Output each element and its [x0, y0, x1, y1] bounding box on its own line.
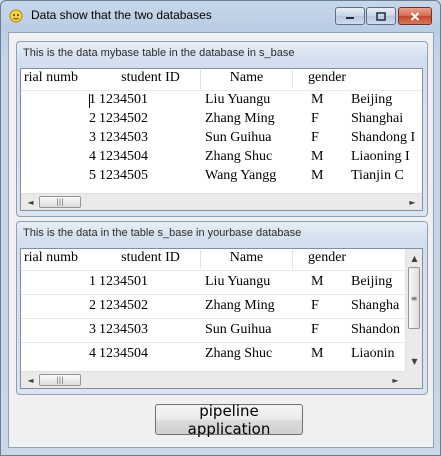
minimize-icon: [346, 17, 354, 19]
cell-name: Liu Yuangu: [205, 274, 271, 289]
group-caption: This is the data in the table s_base in …: [23, 227, 302, 239]
title-bar[interactable]: Data show that the two databases: [1, 1, 440, 31]
vertical-scrollbar[interactable]: ▲ ≡ ▼: [405, 249, 422, 371]
mybase-group: This is the data mybase table in the dat…: [16, 41, 428, 217]
minimize-button[interactable]: [335, 7, 365, 25]
cell-name: Zhang Ming: [205, 298, 275, 313]
cell-extra: Beijing: [351, 274, 393, 289]
maximize-icon: [376, 11, 386, 21]
horizontal-scrollbar[interactable]: ◄ ||| ►: [21, 193, 422, 210]
scroll-right-arrow-icon[interactable]: ►: [404, 194, 421, 210]
client-area: This is the data mybase table in the dat…: [8, 32, 434, 448]
cell-extra: Beijing: [351, 92, 393, 107]
cell-name: Zhang Shuc: [205, 346, 273, 361]
cell-extra: Shandon: [351, 322, 400, 337]
app-face-icon: [9, 9, 23, 23]
column-header-student-id[interactable]: student ID: [101, 70, 201, 89]
cell-gender: F: [311, 298, 319, 313]
cell-gender: F: [311, 322, 319, 337]
cell-student-id: 1234503: [99, 130, 148, 145]
group-caption: This is the data mybase table in the dat…: [23, 47, 295, 59]
cell-extra: Liaoning I: [351, 149, 410, 164]
scroll-thumb[interactable]: |||: [39, 196, 81, 208]
scrollbar-corner: [405, 371, 422, 388]
cell-student-id: 1234501: [99, 274, 148, 289]
cell-name: Zhang Ming: [205, 111, 275, 126]
cell-name: Liu Yuangu: [205, 92, 271, 107]
cell-student-id: 1234504: [99, 149, 148, 164]
cell-student-id: 1234503: [99, 322, 148, 337]
scroll-right-arrow-icon[interactable]: ►: [387, 372, 404, 388]
column-header-extra[interactable]: [347, 70, 422, 89]
column-header-name[interactable]: Name: [201, 70, 293, 89]
cell-name: Zhang Shuc: [205, 149, 273, 164]
cell-name: Sun Guihua: [205, 130, 272, 145]
cell-extra: Tianjin C: [351, 168, 404, 183]
cell-student-id: 1234504: [99, 346, 148, 361]
cell-name: Wang Yangg: [205, 168, 277, 183]
cell-gender: M: [311, 92, 324, 107]
cell-gender: M: [311, 274, 324, 289]
scroll-left-arrow-icon[interactable]: ◄: [22, 372, 39, 388]
cell-gender: M: [311, 346, 324, 361]
column-header-gender[interactable]: gender: [308, 70, 346, 89]
scroll-up-arrow-icon[interactable]: ▲: [406, 250, 422, 267]
cell-gender: M: [311, 168, 324, 183]
cell-gender: F: [311, 111, 319, 126]
scroll-left-arrow-icon[interactable]: ◄: [22, 194, 39, 210]
column-header-serial[interactable]: rial numb: [24, 250, 98, 269]
scroll-thumb-vertical[interactable]: ≡: [408, 267, 420, 329]
cell-extra: Liaonin: [351, 346, 395, 361]
yourbase-data-grid[interactable]: rial numb student ID Name gender 1 12345…: [20, 248, 423, 389]
pipeline-application-button[interactable]: pipeline application: [155, 402, 303, 438]
cell-student-id: 1234502: [99, 111, 148, 126]
yourbase-group: This is the data in the table s_base in …: [16, 221, 428, 395]
scroll-thumb[interactable]: |||: [39, 374, 81, 386]
cell-student-id: 1234505: [99, 168, 148, 183]
column-header-extra[interactable]: [347, 250, 405, 269]
cell-name: Sun Guihua: [205, 322, 272, 337]
window-title: Data show that the two databases: [31, 8, 212, 22]
cell-extra: Shanghai: [351, 111, 404, 126]
column-header-student-id[interactable]: student ID: [101, 250, 201, 269]
maximize-button[interactable]: [366, 7, 396, 25]
close-button[interactable]: [398, 7, 432, 25]
cell-extra: Shangha: [351, 298, 400, 313]
mybase-data-grid[interactable]: rial numb student ID Name gender 1 12345…: [20, 68, 423, 211]
close-icon: [410, 11, 420, 21]
cell-gender: M: [311, 149, 324, 164]
cell-student-id: 1234502: [99, 298, 148, 313]
cell-gender: F: [311, 130, 319, 145]
text-cursor: [89, 94, 90, 108]
main-window: Data show that the two databases This is…: [0, 0, 441, 456]
horizontal-scrollbar[interactable]: ◄ ||| ►: [21, 371, 405, 388]
cell-extra: Shandong I: [351, 130, 416, 145]
scroll-down-arrow-icon[interactable]: ▼: [406, 353, 422, 370]
column-header-gender[interactable]: gender: [308, 250, 346, 269]
column-header-name[interactable]: Name: [201, 250, 293, 269]
cell-student-id: 1234501: [99, 92, 148, 107]
column-header-serial[interactable]: rial numb: [24, 70, 98, 89]
header-separator: [21, 90, 422, 91]
